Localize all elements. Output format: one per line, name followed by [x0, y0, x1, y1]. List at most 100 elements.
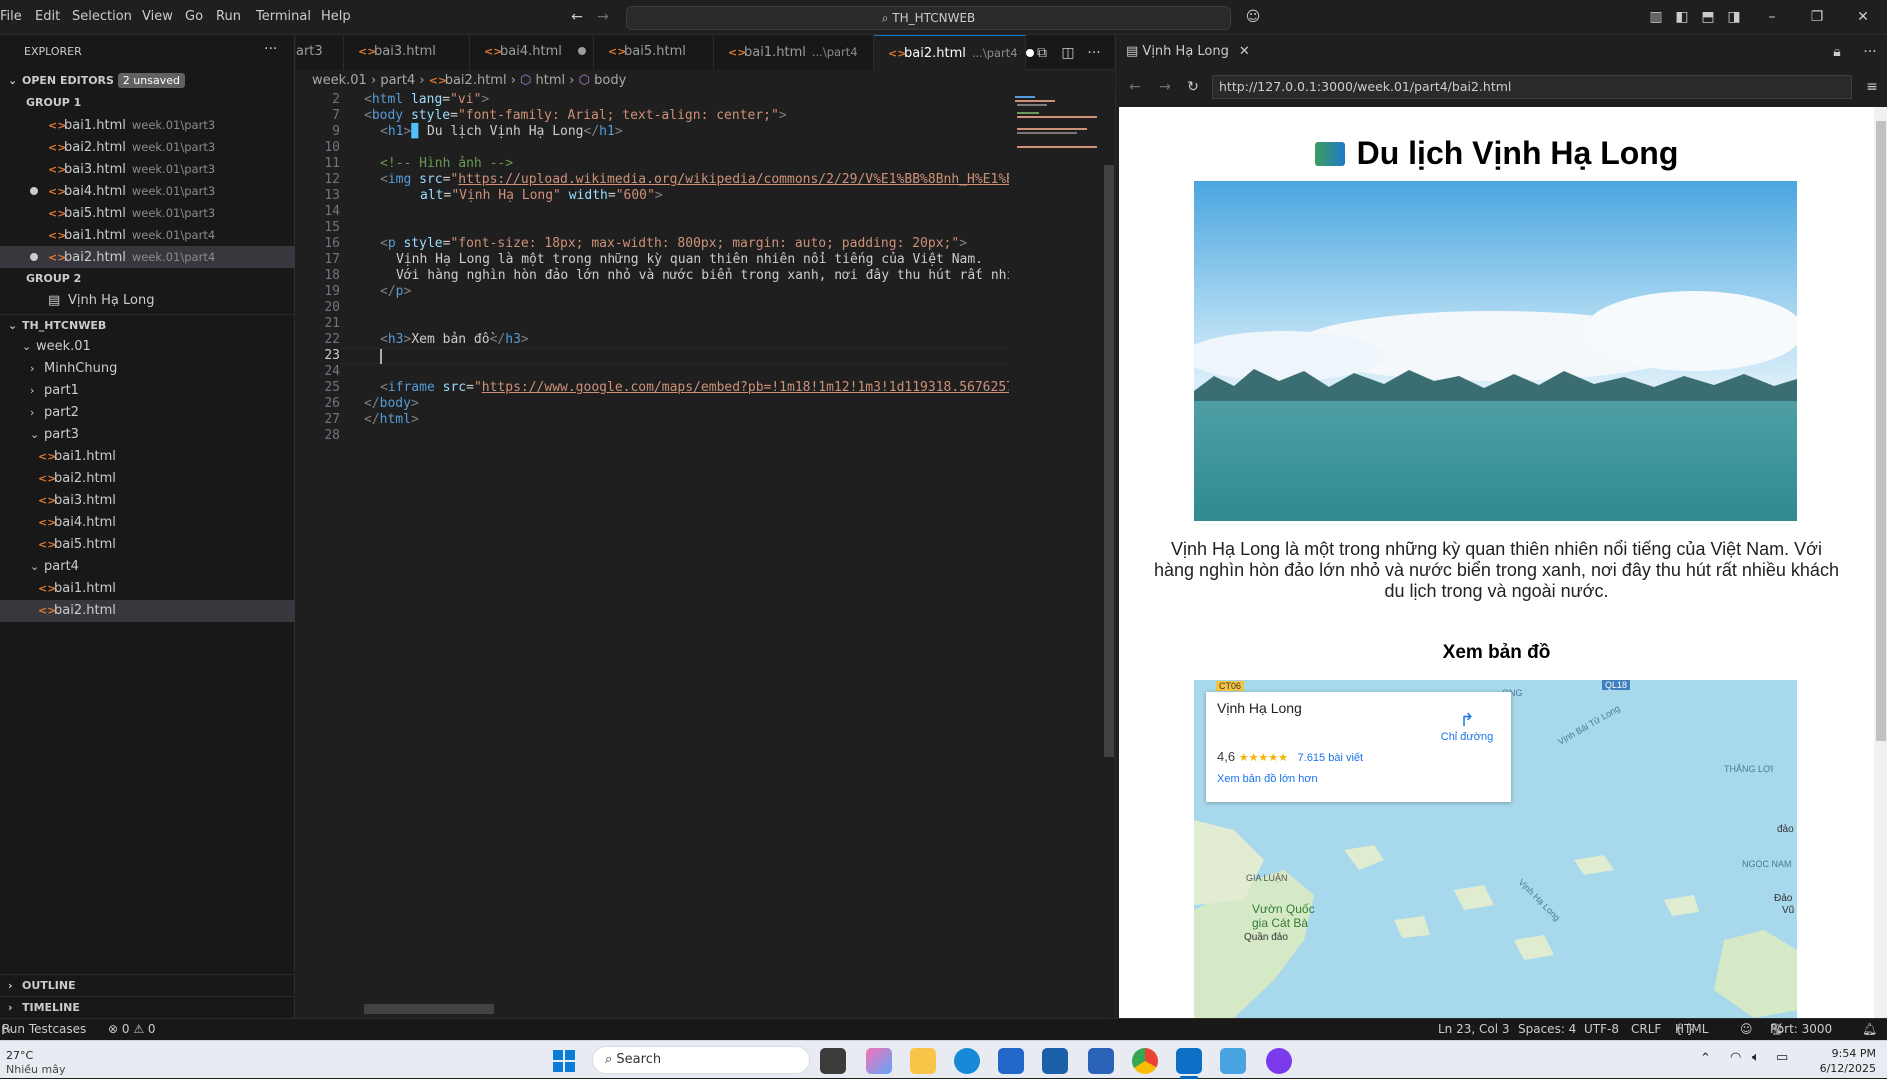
toggle-sidebar-icon[interactable]: ◧ [1673, 8, 1691, 26]
lock-icon[interactable]: 🔒︎ [1828, 43, 1846, 61]
open-editor-item[interactable]: <>bai1.html week.01\part3 [0, 114, 295, 136]
menu-selection[interactable]: Selection [72, 9, 132, 24]
copilot-icon[interactable]: ☺ [1244, 8, 1262, 26]
open-editor-preview-item[interactable]: ▤ Vịnh Hạ Long [0, 290, 295, 312]
line-endings[interactable]: CRLF [1631, 1019, 1661, 1040]
larger-map-link[interactable]: Xem bản đồ lớn hơn [1217, 773, 1318, 785]
url-input[interactable]: http://127.0.0.1:3000/week.01/part4/bai2… [1212, 75, 1852, 99]
folder-part3[interactable]: ⌄ part3 [0, 424, 295, 446]
open-preview-icon[interactable]: ⧉ [1033, 44, 1051, 62]
clock-date[interactable]: 6/12/2025 [1810, 1062, 1876, 1075]
copilot-app-icon[interactable] [866, 1048, 892, 1074]
app-icon[interactable] [1042, 1048, 1068, 1074]
open-editor-item-active[interactable]: <>bai2.html week.01\part4 [0, 246, 295, 268]
layout-customize-icon[interactable]: ▥ [1647, 8, 1665, 26]
folder-part1[interactable]: › part1 [0, 380, 295, 402]
open-editors-header[interactable]: ⌄ OPEN EDITORS 2 unsaved [0, 70, 295, 92]
vscode-icon[interactable] [1176, 1048, 1202, 1074]
close-tab-icon[interactable]: ✕ [1239, 44, 1250, 59]
breadcrumb-item[interactable]: bai2.html [445, 73, 507, 88]
tab-part3-truncated[interactable]: art3 [296, 35, 344, 70]
menu-terminal[interactable]: Terminal [256, 9, 311, 24]
back-arrow-icon[interactable]: ← [1126, 78, 1144, 96]
minimize-icon[interactable]: – [1763, 8, 1781, 26]
browser-scrollbar[interactable] [1874, 107, 1887, 1018]
volume-icon[interactable]: 🔈︎ [1752, 1050, 1760, 1065]
outline-header[interactable]: › OUTLINE [0, 974, 295, 996]
menu-help[interactable]: Help [321, 9, 351, 24]
tree-file[interactable]: <>bai1.html [0, 446, 295, 468]
task-view-icon[interactable] [820, 1048, 846, 1074]
folder-part2[interactable]: › part2 [0, 402, 295, 424]
menu-edit[interactable]: Edit [35, 9, 60, 24]
tab-bai4[interactable]: <>bai4.html [470, 35, 594, 70]
tab-bai1-part4[interactable]: <>bai1.html ...\part4 [714, 35, 874, 70]
timeline-header[interactable]: › TIMELINE [0, 996, 295, 1018]
show-hidden-icons-icon[interactable]: ⌃ [1700, 1051, 1711, 1066]
reviews-link[interactable]: 7.615 bài viết [1298, 752, 1363, 764]
forward-arrow-icon[interactable]: → [594, 8, 612, 26]
github-desktop-icon[interactable] [1266, 1048, 1292, 1074]
directions-button[interactable]: ↱ Chỉ đường [1424, 710, 1510, 743]
cursor-position[interactable]: Ln 23, Col 3 [1438, 1019, 1510, 1040]
weather-temp[interactable]: 27°C [6, 1049, 33, 1062]
folder-week01[interactable]: ⌄ week.01 [0, 336, 295, 358]
breadcrumb-item[interactable]: body [594, 73, 626, 88]
windows-start-icon[interactable] [553, 1050, 575, 1072]
more-actions-icon[interactable]: ··· [264, 41, 277, 57]
more-actions-icon[interactable]: ··· [1861, 43, 1879, 61]
copilot-status-icon[interactable]: ☺ [1740, 1019, 1753, 1040]
clock-time[interactable]: 9:54 PM [1810, 1047, 1876, 1060]
editor-horizontal-scrollbar[interactable] [364, 1004, 494, 1014]
workspace-root-header[interactable]: ⌄ TH_HTCNWEB [0, 314, 295, 336]
tree-file[interactable]: <>bai3.html [0, 490, 295, 512]
more-actions-icon[interactable]: ··· [1085, 44, 1103, 62]
app-icon[interactable] [1220, 1048, 1246, 1074]
breadcrumb-item[interactable]: week.01 [312, 73, 367, 88]
maximize-icon[interactable]: ❐ [1808, 8, 1826, 26]
store-icon[interactable] [998, 1048, 1024, 1074]
group1-header[interactable]: GROUP 1 [0, 92, 295, 114]
back-arrow-icon[interactable]: ← [568, 8, 586, 26]
open-editor-item[interactable]: <>bai3.html week.01\part3 [0, 158, 295, 180]
open-editor-item[interactable]: <>bai4.html week.01\part3 [0, 180, 295, 202]
open-editor-item[interactable]: <>bai1.html week.01\part4 [0, 224, 295, 246]
breadcrumb-item[interactable]: part4 [380, 73, 415, 88]
menu-file[interactable]: File [0, 9, 22, 24]
google-map-embed[interactable]: CT06 QL18 Vịnh Bái Tử Long THẮNG LỢI đảo… [1194, 680, 1797, 1018]
forward-arrow-icon[interactable]: → [1156, 78, 1174, 96]
split-editor-icon[interactable]: ◫ [1059, 44, 1077, 62]
open-editor-item[interactable]: <>bai5.html week.01\part3 [0, 202, 295, 224]
open-editor-item[interactable]: <>bai2.html week.01\part3 [0, 136, 295, 158]
tab-bai5[interactable]: <>bai5.html [594, 35, 714, 70]
command-center-search[interactable]: ⌕ TH_HTCNWEB [626, 6, 1231, 30]
menu-icon[interactable]: ≡ [1863, 78, 1881, 96]
indentation[interactable]: Spaces: 4 [1518, 1019, 1576, 1040]
tree-file[interactable]: <>bai4.html [0, 512, 295, 534]
minimap[interactable] [1009, 92, 1105, 1018]
tree-file-active[interactable]: <>bai2.html [0, 600, 295, 622]
battery-icon[interactable]: ▭ [1776, 1050, 1788, 1065]
toggle-panel-icon[interactable]: ⬒ [1699, 8, 1717, 26]
tab-bai3[interactable]: <>bai3.html [344, 35, 470, 70]
editor-vertical-scrollbar[interactable] [1104, 165, 1114, 757]
reload-icon[interactable]: ↻ [1184, 78, 1202, 96]
toggle-secondary-sidebar-icon[interactable]: ◨ [1725, 8, 1743, 26]
breadcrumb-item[interactable]: html [536, 73, 566, 88]
chrome-icon[interactable] [1132, 1048, 1158, 1074]
notifications-icon[interactable]: 🔔︎ [1862, 1019, 1877, 1040]
file-explorer-icon[interactable] [910, 1048, 936, 1074]
weather-desc[interactable]: Nhiều mây [6, 1063, 65, 1076]
encoding[interactable]: UTF-8 [1584, 1019, 1619, 1040]
folder-part4[interactable]: ⌄ part4 [0, 556, 295, 578]
menu-run[interactable]: Run [216, 9, 241, 24]
code-editor[interactable]: 2 <html lang="vi"> 7 <body style="font-f… [296, 92, 1009, 1018]
menu-go[interactable]: Go [185, 9, 203, 24]
tab-bai2-part4-active[interactable]: <>bai2.html ...\part4 [874, 35, 1034, 70]
menu-view[interactable]: View [142, 9, 173, 24]
wifi-icon[interactable]: ◠ [1730, 1050, 1741, 1065]
tree-file[interactable]: <>bai2.html [0, 468, 295, 490]
tree-file[interactable]: <>bai5.html [0, 534, 295, 556]
tree-file[interactable]: <>bai1.html [0, 578, 295, 600]
taskbar-search-box[interactable]: ⌕ Search [592, 1046, 810, 1074]
